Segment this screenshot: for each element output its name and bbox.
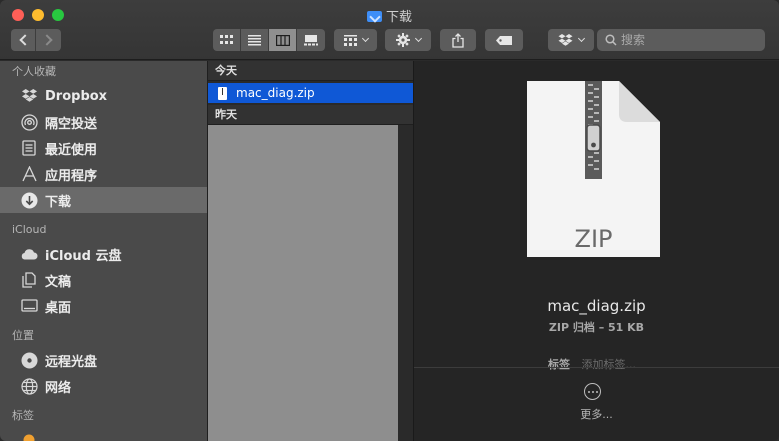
sidebar-item-documents[interactable]: 文稿 bbox=[0, 267, 207, 293]
more-label[interactable]: 更多... bbox=[414, 406, 779, 422]
sidebar: 个人收藏 Dropbox 隔空投送 最近使用 应用程序 下载 iCloud iC… bbox=[0, 61, 208, 441]
more-button[interactable] bbox=[584, 383, 601, 400]
gallery-view-button[interactable] bbox=[297, 29, 325, 51]
forward-button[interactable] bbox=[36, 29, 61, 51]
chevron-left-icon bbox=[18, 34, 31, 46]
action-menu-button[interactable] bbox=[385, 29, 431, 51]
sidebar-item-recents[interactable]: 最近使用 bbox=[0, 135, 207, 161]
file-name: mac_diag.zip bbox=[236, 86, 315, 100]
sidebar-item-downloads[interactable]: 下载 bbox=[0, 187, 207, 213]
sidebar-item-label: 隔空投送 bbox=[45, 116, 98, 132]
chevron-down-icon bbox=[577, 34, 586, 43]
sidebar-item-dropbox[interactable]: Dropbox bbox=[0, 83, 207, 109]
toolbar: 下载 bbox=[0, 0, 779, 60]
list-view-button[interactable] bbox=[241, 29, 269, 51]
preview-file-meta: ZIP 归档 – 51 KB bbox=[548, 321, 645, 334]
sidebar-item-label: 最近使用 bbox=[45, 142, 98, 158]
sidebar-item-airdrop[interactable]: 隔空投送 bbox=[0, 109, 207, 135]
group-header-today: 今天 bbox=[208, 61, 413, 81]
applications-icon bbox=[20, 166, 38, 182]
sidebar-item-applications[interactable]: 应用程序 bbox=[0, 161, 207, 187]
file-row-selected[interactable]: mac_diag.zip bbox=[208, 83, 413, 103]
group-header-yesterday: 昨天 bbox=[208, 105, 413, 125]
sidebar-section-icloud: iCloud bbox=[12, 223, 47, 236]
icon-view-button[interactable] bbox=[213, 29, 241, 51]
divider bbox=[414, 367, 779, 368]
dropbox-icon bbox=[20, 88, 38, 104]
desktop-icon bbox=[20, 298, 38, 314]
gallery-view-icon bbox=[304, 34, 318, 45]
redacted-area bbox=[208, 125, 398, 441]
recents-icon bbox=[20, 140, 38, 156]
airdrop-icon bbox=[20, 113, 38, 131]
downloads-icon bbox=[20, 192, 38, 208]
share-icon bbox=[452, 32, 464, 48]
tag-color-icon bbox=[20, 432, 38, 441]
sidebar-item-label: 文稿 bbox=[45, 274, 72, 290]
column-view-button[interactable] bbox=[269, 29, 297, 51]
ellipsis-icon bbox=[587, 390, 590, 393]
chevron-right-icon bbox=[41, 34, 53, 46]
icon-view-icon bbox=[220, 34, 233, 44]
search-input[interactable] bbox=[621, 33, 761, 47]
sidebar-section-favorites: 个人收藏 bbox=[12, 65, 56, 78]
icloud-icon bbox=[20, 246, 38, 262]
preview-pane: ZIP mac_diag.zip ZIP 归档 – 51 KB 标签 添加标签.… bbox=[414, 61, 779, 441]
remote-disc-icon bbox=[20, 352, 38, 368]
sidebar-section-tags: 标签 bbox=[12, 409, 34, 422]
sidebar-section-locations: 位置 bbox=[12, 329, 34, 342]
search-icon bbox=[605, 34, 617, 46]
sidebar-item-label: 网络 bbox=[45, 380, 72, 396]
list-view-icon bbox=[248, 34, 261, 45]
zip-archive-icon: ZIP bbox=[527, 81, 660, 257]
group-button[interactable] bbox=[334, 29, 377, 51]
sidebar-item-icloud-drive[interactable]: iCloud 云盘 bbox=[0, 241, 207, 267]
add-tags-field[interactable]: 添加标签... bbox=[582, 358, 637, 371]
sidebar-item-network[interactable]: 网络 bbox=[0, 373, 207, 399]
sidebar-item-tag-partial[interactable] bbox=[0, 427, 207, 441]
preview-file-name: mac_diag.zip bbox=[547, 297, 646, 315]
finder-window: 下载 搜索 个人收藏 Dropbox 隔空投送 最近使用 应用程序 下载 iCl… bbox=[0, 0, 779, 441]
tags-label: 标签 bbox=[548, 358, 570, 371]
view-mode-selector bbox=[213, 29, 325, 51]
navigation-buttons bbox=[11, 29, 61, 51]
sidebar-item-label: 下载 bbox=[45, 194, 72, 210]
tags-row: 标签 添加标签... bbox=[548, 356, 636, 372]
downloads-folder-icon bbox=[366, 11, 382, 22]
sidebar-item-label: Dropbox bbox=[45, 88, 108, 104]
dropbox-menu-button[interactable] bbox=[548, 29, 594, 51]
gear-icon bbox=[395, 33, 410, 47]
sidebar-item-label: 应用程序 bbox=[45, 168, 98, 184]
chevron-down-icon bbox=[361, 34, 369, 43]
back-button[interactable] bbox=[11, 29, 36, 51]
zip-type-label: ZIP bbox=[575, 225, 613, 253]
sidebar-item-label: 远程光盘 bbox=[45, 354, 98, 370]
documents-icon bbox=[20, 272, 38, 288]
search-field[interactable] bbox=[597, 29, 765, 51]
column-view-icon bbox=[275, 34, 290, 46]
file-column: 今天 mac_diag.zip 昨天 bbox=[208, 61, 414, 441]
tag-icon bbox=[496, 35, 512, 45]
sidebar-item-desktop[interactable]: 桌面 bbox=[0, 293, 207, 319]
sidebar-item-label: 桌面 bbox=[45, 300, 72, 316]
chevron-down-icon bbox=[414, 34, 422, 43]
group-icon bbox=[343, 34, 357, 46]
window-title: 下载 bbox=[0, 6, 779, 25]
dropbox-icon bbox=[558, 33, 573, 46]
sidebar-item-remote-disc[interactable]: 远程光盘 bbox=[0, 347, 207, 373]
edit-tags-button[interactable] bbox=[485, 29, 523, 51]
zip-file-icon bbox=[218, 86, 227, 100]
network-icon bbox=[20, 377, 38, 395]
share-button[interactable] bbox=[440, 29, 476, 51]
sidebar-item-label: iCloud 云盘 bbox=[45, 248, 122, 264]
